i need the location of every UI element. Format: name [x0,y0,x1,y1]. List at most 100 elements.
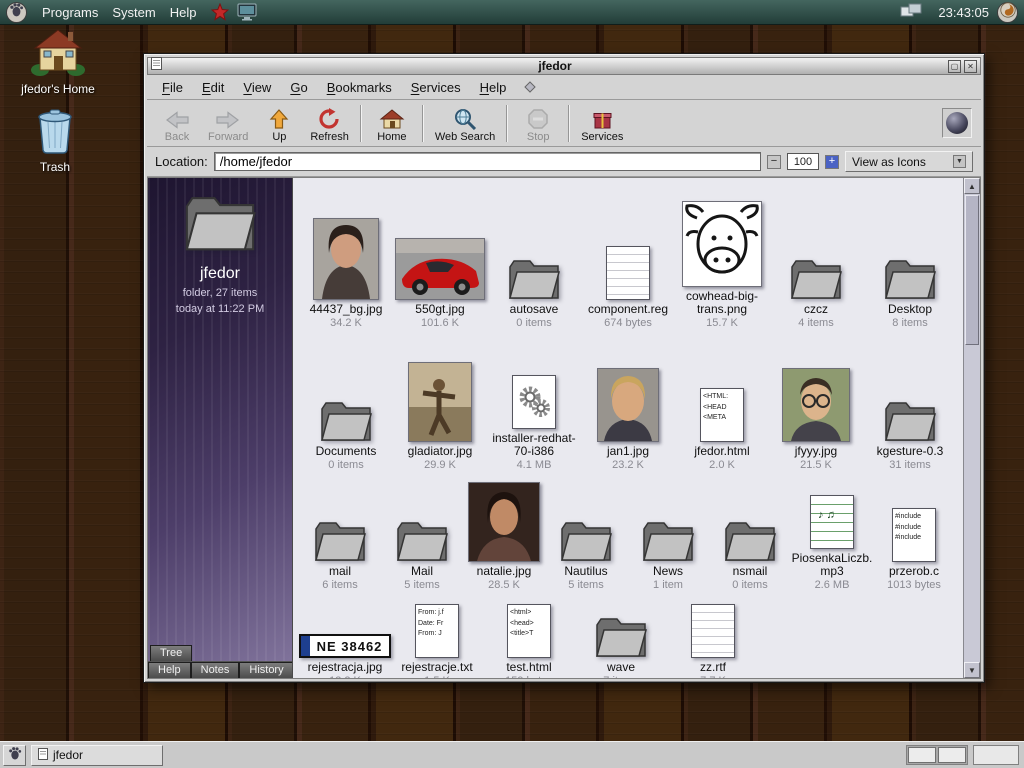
task-label: jfedor [53,748,83,762]
file-item[interactable]: mail6 items [299,520,381,592]
toolbar-separator [360,105,362,142]
up-button[interactable]: Up [254,102,304,145]
menu-services[interactable]: Services [402,78,470,97]
forward-button[interactable]: Forward [202,102,254,145]
file-item[interactable]: Nautilus5 items [545,520,627,592]
titlebar[interactable]: jfedor ▢ ✕ [147,57,981,75]
main-menu-button[interactable] [6,2,27,23]
star-launcher-icon[interactable] [211,3,229,21]
desktop-icon-home[interactable]: jfedor's Home [15,26,101,96]
music-page [810,495,854,549]
workspace-cell[interactable] [908,747,936,763]
file-item[interactable]: PiosenkaLiczb.mp32.6 MB [791,495,873,592]
file-name: kgesture-0.3 [877,445,944,458]
menu-file[interactable]: File [153,78,192,97]
file-item[interactable]: nsmail0 items [709,520,791,592]
view-mode-select[interactable]: View as Icons ▼ [845,151,973,172]
sidebar-tab-history[interactable]: History [239,662,293,678]
menu-bookmarks[interactable]: Bookmarks [318,78,401,97]
file-item[interactable]: Documents0 items [299,400,393,472]
back-button[interactable]: Back [152,102,202,145]
sidebar-tabs-bottom: HelpNotesHistory [148,661,292,678]
vertical-scrollbar[interactable]: ▲ ▼ [963,178,980,678]
desktop-icon-trash[interactable]: Trash [12,108,98,174]
document [691,604,735,658]
file-item[interactable]: Mail5 items [381,520,463,592]
desktop-icon-label: Trash [12,160,98,174]
location-input[interactable] [214,152,761,171]
file-item[interactable]: installer-redhat-70-i3864.1 MB [487,375,581,472]
stop-button[interactable]: Stop [513,102,563,145]
services-button[interactable]: Services [575,102,629,145]
workspace-cell[interactable] [938,747,966,763]
panel-menu-system[interactable]: System [105,5,162,20]
file-item[interactable]: gladiator.jpg29.9 K [393,362,487,472]
zoom-out-button[interactable]: − [767,155,781,169]
home-icon [379,107,405,130]
close-button[interactable]: ✕ [964,60,977,73]
file-size: 6 items [322,579,357,592]
screens-applet-icon[interactable] [900,3,922,21]
file-item[interactable]: From: j.fDate: FrFrom: Jrejestracje.txt1… [391,604,483,678]
file-row: NE 38462rejestracja.jpg13.2 KFrom: j.fDa… [299,592,963,678]
file-item[interactable]: jfyyy.jpg21.5 K [769,368,863,472]
chevron-down-icon: ▼ [953,155,966,168]
file-item[interactable]: natalie.jpg28.5 K [463,482,545,592]
zoom-in-button[interactable]: + [825,155,839,169]
file-item[interactable]: kgesture-0.331 items [863,400,957,472]
file-size: 8 items [892,317,927,330]
file-item[interactable]: jan1.jpg23.2 K [581,368,675,472]
task-button[interactable]: jfedor [31,745,163,766]
menu-view[interactable]: View [234,78,280,97]
file-size: 7.7 K [700,675,726,678]
page-text-line: <HEAD [703,403,743,414]
file-item[interactable]: #include#include#includeprzerob.c1013 by… [873,508,955,592]
file-name: cowhead-big-trans.png [675,290,769,317]
file-item[interactable]: Desktop8 items [863,258,957,330]
scrollbar-track[interactable] [964,346,980,662]
refresh-button[interactable]: Refresh [304,102,355,145]
file-item[interactable]: 44437_bg.jpg34.2 K [299,218,393,330]
scrollbar-thumb[interactable] [965,195,979,345]
web-search-button[interactable]: Web Search [429,102,501,145]
photo-red-car [395,238,485,300]
file-item[interactable]: <HTML:<HEAD<METAjfedor.html2.0 K [675,388,769,472]
scroll-up-icon[interactable]: ▲ [964,178,980,194]
foot-menu-button[interactable] [3,745,26,766]
file-item[interactable]: 550gt.jpg101.6 K [393,238,487,330]
file-item[interactable]: autosave0 items [487,258,581,330]
sidebar-tab-notes[interactable]: Notes [191,662,240,678]
trash-icon [12,108,98,159]
maximize-button[interactable]: ▢ [948,60,961,73]
file-name: Documents [316,445,377,458]
menu-go[interactable]: Go [281,78,316,97]
folder-icon [183,194,257,257]
applet-button[interactable] [997,2,1018,23]
workspace-pager[interactable] [906,745,968,765]
toolbar-button-label: Stop [527,131,550,143]
toolbar-separator [568,105,570,142]
file-item[interactable]: cowhead-big-trans.png15.7 K [675,201,769,330]
menu-edit[interactable]: Edit [193,78,233,97]
file-size: 101.6 K [421,317,459,330]
services-icon [591,107,614,130]
file-item[interactable]: component.reg674 bytes [581,246,675,330]
file-size: 1.5 K [424,675,450,678]
file-row: Documents0 itemsgladiator.jpg29.9 Kinsta… [299,330,963,472]
scroll-down-icon[interactable]: ▼ [964,662,980,678]
toolbar-separator [422,105,424,142]
sidebar-tab-tree[interactable]: Tree [150,645,192,661]
sidebar-tab-help[interactable]: Help [148,662,191,678]
file-item[interactable]: wave7 items [575,616,667,678]
panel-menu-help[interactable]: Help [163,5,204,20]
file-item[interactable]: <html><head><title>Ttest.html159 bytes [483,604,575,678]
file-item[interactable]: czcz4 items [769,258,863,330]
menu-help[interactable]: Help [471,78,516,97]
home-button[interactable]: Home [367,102,417,145]
file-item[interactable]: zz.rtf7.7 K [667,604,759,678]
monitor-launcher-icon[interactable] [237,3,257,21]
window-menu-icon[interactable] [151,57,162,75]
panel-menu-programs[interactable]: Programs [35,5,105,20]
file-item[interactable]: News1 item [627,520,709,592]
file-item[interactable]: NE 38462rejestracja.jpg13.2 K [299,634,391,678]
